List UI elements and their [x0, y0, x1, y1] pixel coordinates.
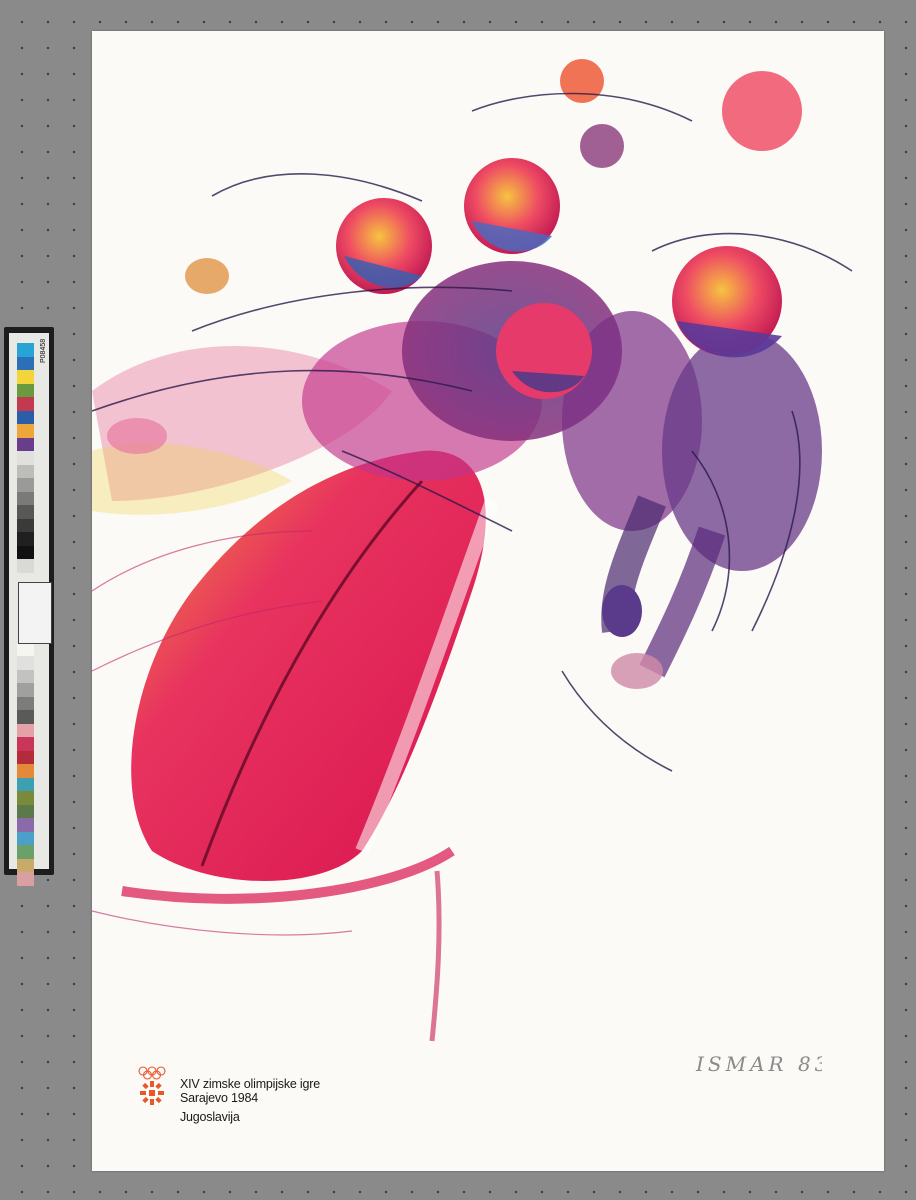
caption-line-games: XIV zimske olimpijske igre	[180, 1077, 320, 1091]
color-swatch	[17, 518, 34, 532]
color-swatch	[17, 491, 34, 505]
color-swatch	[17, 764, 34, 778]
color-swatch	[17, 696, 34, 710]
color-swatch	[17, 804, 34, 818]
color-swatch	[17, 343, 34, 357]
color-swatch	[17, 464, 34, 478]
color-swatch	[17, 656, 34, 670]
calibration-id: P08458	[40, 338, 47, 363]
color-swatch	[17, 683, 34, 697]
caption-line-country: Jugoslavija	[180, 1110, 240, 1124]
calibration-card: P08458	[9, 333, 52, 886]
color-swatch	[17, 559, 34, 573]
color-swatch	[17, 437, 34, 451]
color-swatch	[17, 858, 34, 872]
color-swatch	[17, 872, 34, 886]
color-swatch	[17, 818, 34, 832]
bobsleigh-illustration	[92, 59, 853, 1042]
color-swatch	[17, 642, 34, 656]
artist-signature: ISMAR 83	[695, 1052, 822, 1076]
color-swatch	[17, 356, 34, 370]
color-swatch	[17, 710, 34, 724]
color-swatch	[17, 777, 34, 791]
color-swatch	[17, 545, 34, 559]
poster-sheet: ISMAR 83 XIV zimske olimpijske igre Sara…	[92, 31, 884, 1171]
color-swatch	[17, 397, 34, 411]
color-swatch	[17, 831, 34, 845]
signature-text: ISMAR 83	[695, 1052, 822, 1076]
color-swatch	[17, 451, 34, 465]
color-swatch	[17, 478, 34, 492]
color-swatch	[17, 505, 34, 519]
color-swatch	[17, 370, 34, 384]
caption-line-city: Sarajevo 1984	[180, 1091, 259, 1105]
color-swatch	[17, 383, 34, 397]
focus-target-icon	[18, 582, 52, 644]
caption-block: XIV zimske olimpijske igre Sarajevo 1984…	[136, 1065, 396, 1145]
color-swatch	[17, 791, 34, 805]
color-swatch	[17, 737, 34, 751]
color-swatch	[17, 669, 34, 683]
color-swatch	[17, 410, 34, 424]
color-swatch	[17, 750, 34, 764]
color-swatch	[17, 723, 34, 737]
color-swatch	[17, 532, 34, 546]
color-swatch	[17, 424, 34, 438]
olympic-rings-snowflake-icon	[138, 1066, 166, 1105]
color-swatch	[17, 845, 34, 859]
color-calibration-strip: P08458	[4, 327, 54, 886]
